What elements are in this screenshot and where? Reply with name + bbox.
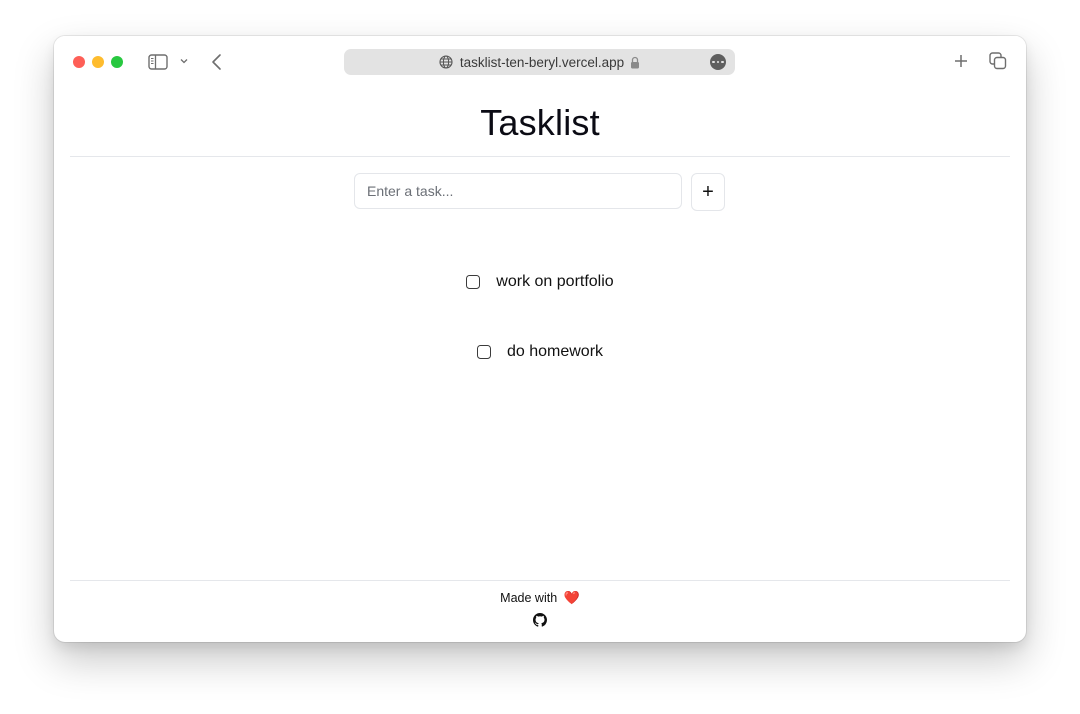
task-item: do homework bbox=[54, 343, 1026, 361]
task-label: do homework bbox=[506, 343, 604, 360]
footer-credit: Made with ❤️ bbox=[54, 590, 1026, 606]
globe-icon bbox=[439, 55, 453, 69]
task-item: work on portfolio bbox=[54, 273, 1026, 291]
minimize-window-button[interactable] bbox=[92, 56, 104, 68]
chevron-down-icon[interactable] bbox=[178, 55, 190, 67]
browser-toolbar: tasklist-ten-beryl.vercel.app bbox=[54, 36, 1026, 88]
page-content: Tasklist + work on portfolio do homework… bbox=[54, 88, 1026, 642]
header-divider bbox=[70, 156, 1010, 157]
close-window-button[interactable] bbox=[73, 56, 85, 68]
task-checkbox[interactable] bbox=[466, 275, 481, 289]
task-checkbox[interactable] bbox=[476, 345, 491, 359]
address-bar[interactable]: tasklist-ten-beryl.vercel.app bbox=[344, 49, 735, 75]
url-text: tasklist-ten-beryl.vercel.app bbox=[459, 54, 625, 70]
footer-divider bbox=[70, 580, 1010, 581]
made-with-text: Made with bbox=[500, 591, 558, 605]
sidebar-icon[interactable] bbox=[148, 53, 168, 70]
tabs-overview-icon[interactable] bbox=[988, 51, 1008, 71]
task-label: work on portfolio bbox=[496, 273, 614, 290]
maximize-window-button[interactable] bbox=[111, 56, 123, 68]
github-icon[interactable] bbox=[533, 613, 547, 627]
heart-icon: ❤️ bbox=[563, 590, 580, 605]
lock-icon bbox=[630, 56, 640, 69]
page-title: Tasklist bbox=[480, 102, 600, 143]
task-input[interactable] bbox=[354, 173, 682, 209]
more-icon[interactable] bbox=[710, 54, 726, 70]
back-icon[interactable] bbox=[210, 52, 224, 72]
browser-window: tasklist-ten-beryl.vercel.app Tasklist +… bbox=[54, 36, 1026, 642]
plus-icon[interactable] bbox=[952, 51, 970, 71]
add-task-button[interactable]: + bbox=[691, 173, 725, 211]
